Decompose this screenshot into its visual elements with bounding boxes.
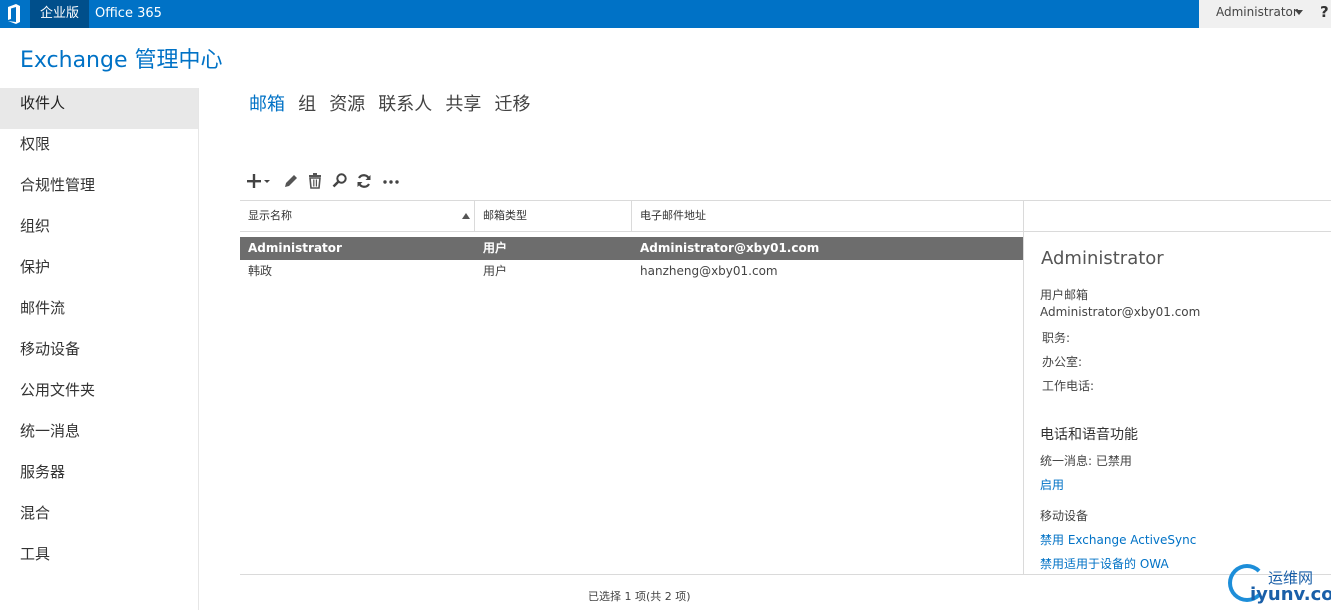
details-pane: Administrator 用户邮箱 Administrator@xby01.c… bbox=[1023, 200, 1331, 575]
more-icon bbox=[383, 180, 399, 184]
add-button[interactable] bbox=[246, 170, 272, 192]
sort-ascending-icon bbox=[462, 213, 470, 219]
tab-shared[interactable]: 共享 bbox=[445, 90, 481, 116]
office365-link[interactable]: Office 365 bbox=[95, 0, 162, 28]
tab-mailboxes[interactable]: 邮箱 bbox=[249, 90, 285, 116]
tab-groups[interactable]: 组 bbox=[298, 90, 316, 116]
details-mobile-label: 移动设备 bbox=[1040, 509, 1089, 523]
table-row[interactable]: Administrator 用户 Administrator@xby01.com bbox=[240, 237, 1023, 260]
cell-mailbox-type: 用户 bbox=[483, 241, 508, 255]
cell-display-name: 韩政 bbox=[248, 264, 273, 278]
refresh-button[interactable] bbox=[355, 170, 373, 192]
disable-activesync-link[interactable]: 禁用 Exchange ActiveSync bbox=[1040, 531, 1196, 548]
cell-mailbox-type: 用户 bbox=[483, 264, 508, 278]
cell-email-address: hanzheng@xby01.com bbox=[640, 264, 778, 278]
sidebar-item-servers[interactable]: 服务器 bbox=[0, 457, 198, 498]
details-job-title-label: 职务: bbox=[1042, 331, 1071, 345]
user-name: Administrator bbox=[1216, 5, 1298, 19]
delete-button[interactable] bbox=[306, 170, 324, 192]
section-heading-phone-voice: 电话和语音功能 bbox=[1040, 427, 1138, 443]
sidebar-item-compliance[interactable]: 合规性管理 bbox=[0, 170, 198, 211]
refresh-icon bbox=[357, 174, 371, 188]
tab-migration[interactable]: 迁移 bbox=[494, 90, 530, 116]
more-button[interactable] bbox=[382, 170, 400, 192]
column-header-mailbox-type[interactable]: 邮箱类型 bbox=[475, 201, 632, 232]
sidebar-item-mail-flow[interactable]: 邮件流 bbox=[0, 293, 198, 334]
sidebar-item-organization[interactable]: 组织 bbox=[0, 211, 198, 252]
sidebar-item-protection[interactable]: 保护 bbox=[0, 252, 198, 293]
sidebar-item-public-folders[interactable]: 公用文件夹 bbox=[0, 375, 198, 416]
tab-contacts[interactable]: 联系人 bbox=[378, 90, 432, 116]
app-title: Exchange 管理中心 bbox=[20, 48, 223, 73]
table-row[interactable]: 韩政 用户 hanzheng@xby01.com bbox=[240, 260, 1023, 283]
column-header-display-name[interactable]: 显示名称 bbox=[240, 201, 475, 232]
details-work-phone-label: 工作电话: bbox=[1042, 379, 1095, 393]
disable-owa-link[interactable]: 禁用适用于设备的 OWA bbox=[1040, 555, 1169, 572]
details-mailbox-type: 用户邮箱 bbox=[1040, 288, 1089, 302]
add-icon bbox=[247, 174, 270, 188]
top-navigation-bar: 企业版 Office 365 Administrator ? bbox=[0, 0, 1331, 28]
sidebar-item-recipients[interactable]: 收件人 bbox=[0, 88, 198, 129]
details-title: Administrator bbox=[1041, 248, 1164, 269]
column-header-label: 显示名称 bbox=[248, 209, 292, 222]
chevron-down-icon bbox=[1295, 10, 1303, 15]
column-header-email-address[interactable]: 电子邮件地址 bbox=[632, 201, 1023, 232]
details-um-status: 统一消息: 已禁用 bbox=[1040, 454, 1132, 468]
sidebar-item-unified-messaging[interactable]: 统一消息 bbox=[0, 416, 198, 457]
details-email: Administrator@xby01.com bbox=[1040, 305, 1201, 319]
search-button[interactable] bbox=[331, 170, 349, 192]
sidebar-item-permissions[interactable]: 权限 bbox=[0, 129, 198, 170]
selection-status: 已选择 1 项(共 2 项) bbox=[588, 590, 691, 603]
sidebar-item-tools[interactable]: 工具 bbox=[0, 539, 198, 580]
office-logo-icon[interactable] bbox=[6, 4, 22, 24]
edit-button[interactable] bbox=[282, 170, 300, 192]
details-office-label: 办公室: bbox=[1042, 355, 1083, 369]
list-divider bbox=[240, 574, 1331, 575]
enable-um-link[interactable]: 启用 bbox=[1040, 476, 1064, 493]
help-icon[interactable]: ? bbox=[1320, 0, 1329, 24]
search-icon bbox=[332, 173, 347, 188]
watermark-logo: 运维网 iyunv.com bbox=[1228, 562, 1331, 610]
cell-email-address: Administrator@xby01.com bbox=[640, 241, 820, 255]
tab-bar: 邮箱 组 资源 联系人 共享 迁移 bbox=[249, 90, 538, 116]
cell-display-name: Administrator bbox=[248, 241, 342, 255]
delete-icon bbox=[309, 173, 321, 189]
watermark-text-en: iyunv.com bbox=[1250, 584, 1331, 605]
user-menu[interactable]: Administrator ? bbox=[1199, 0, 1331, 28]
tab-resources[interactable]: 资源 bbox=[329, 90, 365, 116]
mailbox-list: Administrator 用户 Administrator@xby01.com… bbox=[240, 237, 1023, 283]
edit-icon bbox=[285, 175, 297, 187]
sidebar: 收件人 权限 合规性管理 组织 保护 邮件流 移动设备 公用文件夹 统一消息 服… bbox=[0, 88, 199, 610]
enterprise-edition-button[interactable]: 企业版 bbox=[30, 0, 90, 28]
sidebar-item-hybrid[interactable]: 混合 bbox=[0, 498, 198, 539]
sidebar-item-mobile[interactable]: 移动设备 bbox=[0, 334, 198, 375]
